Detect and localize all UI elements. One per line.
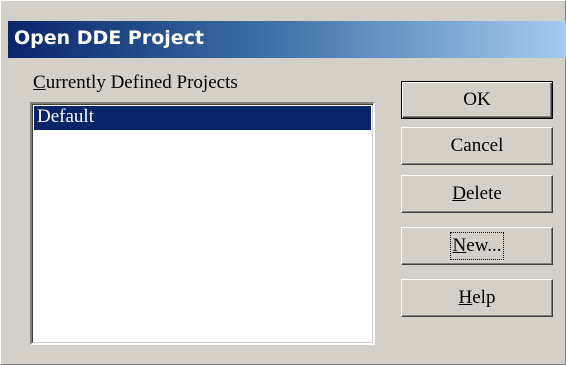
new-button-label: New... (449, 232, 505, 260)
delete-button-label: Delete (452, 183, 502, 205)
cancel-button[interactable]: Cancel (401, 127, 553, 165)
new-button[interactable]: New... (401, 227, 553, 265)
ok-button[interactable]: OK (401, 81, 553, 119)
help-button-label: Help (459, 287, 496, 309)
cancel-button-label: Cancel (450, 135, 504, 156)
projects-list-label-mnemonic: C (33, 72, 46, 93)
delete-button[interactable]: Delete (401, 175, 553, 213)
ok-button-label: OK (463, 89, 491, 110)
help-button[interactable]: Help (401, 279, 553, 317)
help-button-mnemonic: H (458, 287, 473, 308)
delete-button-text: elete (465, 183, 502, 204)
new-button-mnemonic: N (452, 235, 467, 256)
projects-list-label-text: urrently Defined Projects (45, 72, 238, 93)
dialog-title: Open DDE Project (14, 27, 205, 49)
title-bar[interactable]: Open DDE Project (8, 21, 566, 58)
delete-button-mnemonic: D (452, 183, 466, 204)
projects-list-label: Currently Defined Projects (33, 72, 238, 94)
help-button-text: elp (472, 287, 496, 308)
new-button-text: ew... (466, 235, 502, 256)
open-dde-project-dialog: Open DDE Project Currently Defined Proje… (0, 0, 566, 365)
project-list-item-default[interactable]: Default (34, 106, 371, 130)
projects-listbox[interactable]: Default (30, 102, 375, 345)
